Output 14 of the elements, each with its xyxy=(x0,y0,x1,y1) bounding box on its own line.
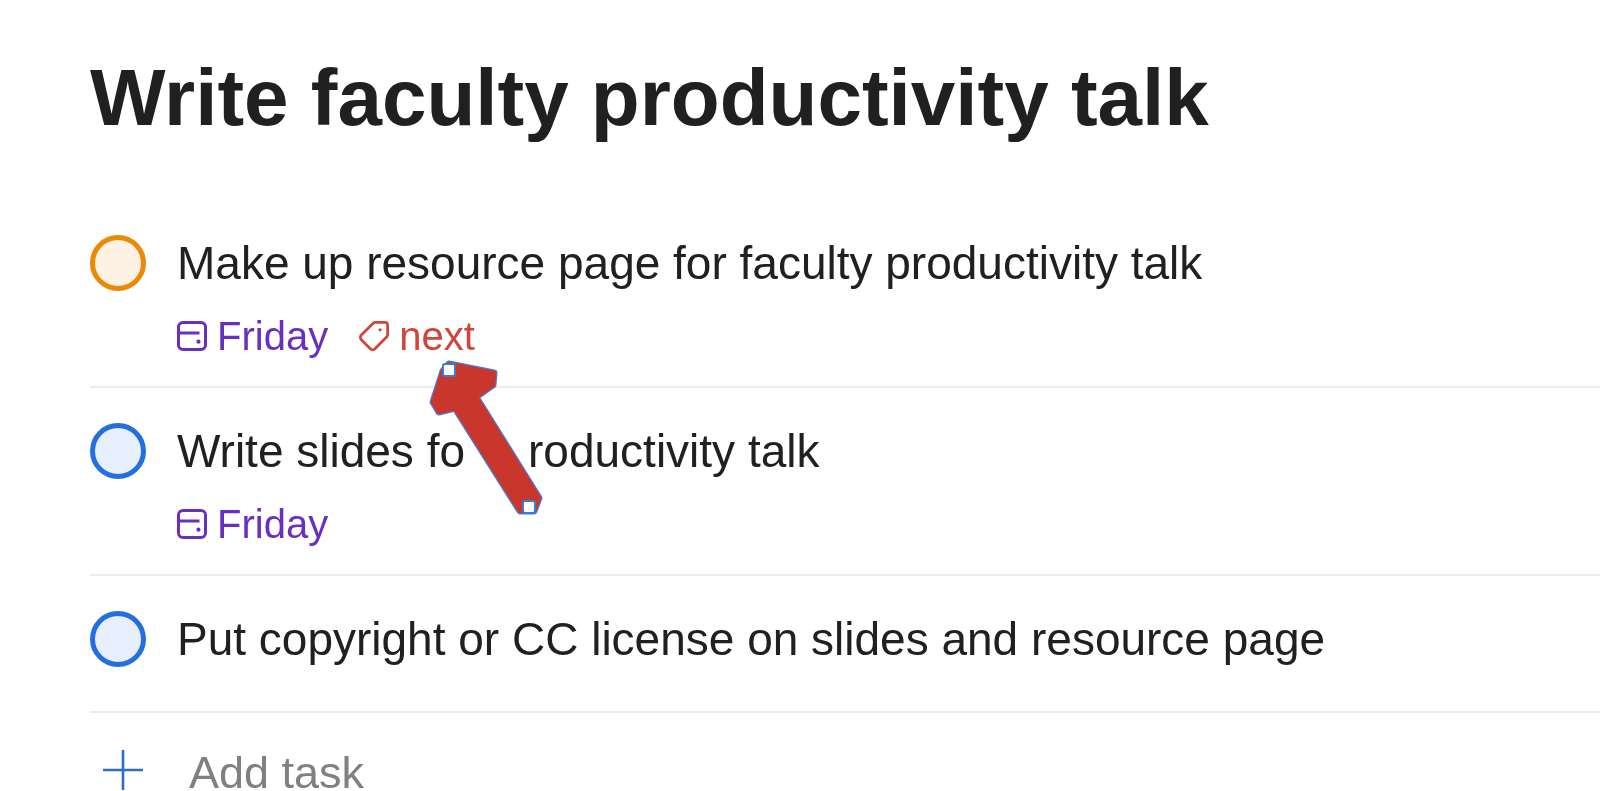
selection-handle[interactable] xyxy=(442,363,456,377)
add-task-button[interactable]: Add task xyxy=(103,750,365,791)
plus-icon xyxy=(103,750,143,790)
selection-handle[interactable] xyxy=(522,500,536,514)
tag-icon xyxy=(359,321,390,351)
task-checkbox[interactable] xyxy=(90,423,146,479)
calendar-icon xyxy=(177,509,207,539)
task-checkbox[interactable] xyxy=(90,611,146,667)
due-date: Friday xyxy=(217,313,329,360)
task-label: next xyxy=(399,313,475,360)
calendar-icon xyxy=(177,321,207,351)
task-title: Write slides fo xyxy=(177,428,466,474)
task-checkbox[interactable] xyxy=(90,235,146,291)
due-date: Friday xyxy=(217,501,329,548)
